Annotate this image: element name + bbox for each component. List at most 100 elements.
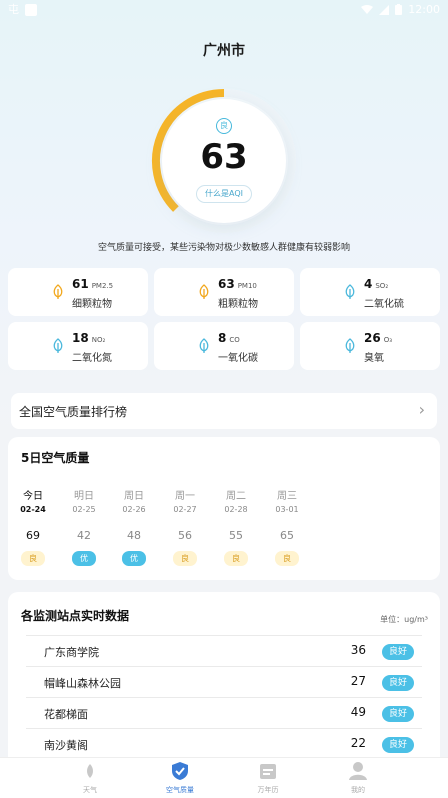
tab-profile[interactable]: 我的 [328,761,388,795]
day-value: 65 [280,529,294,542]
weather-icon [87,764,93,778]
tab-calendar[interactable]: 万年历 [238,761,298,795]
station-name: 帽峰山森林公园 [44,677,121,690]
day-value: 55 [229,529,243,542]
day-name: 周三 [277,491,297,502]
forecast-day[interactable]: 今日 02-24 69 良 [9,487,57,566]
forecast-day[interactable]: 周三 03-01 65 良 [263,487,311,566]
tab-air-quality[interactable]: 空气质量 [150,761,210,795]
pollutant-value: 4 [364,277,373,291]
day-level-badge: 良 [21,551,45,566]
pollutant-code: CO [229,336,240,344]
aqi-value: 63 [200,137,248,177]
tab-label: 天气 [83,786,97,794]
calendar-icon [260,764,276,779]
stations-unit: 单位：ug/m³ [380,615,428,624]
ranking-label: 全国空气质量排行榜 [19,405,128,419]
profile-icon [349,762,367,780]
pollutant-code: SO₂ [375,282,389,290]
station-name: 广东商学院 [44,646,99,659]
station-level-badge: 良好 [382,675,414,691]
air-quality-icon [172,762,188,780]
day-name: 周一 [175,491,195,502]
tab-label: 空气质量 [166,786,194,794]
station-level-badge: 良好 [382,706,414,722]
pollutant-value: 8 [218,331,227,345]
aqi-description: 空气质量可接受，某些污染物对极少数敏感人群健康有较弱影响 [97,243,350,253]
day-level-badge: 优 [122,551,146,566]
tab-weather[interactable]: 天气 [60,761,120,795]
tab-label: 万年历 [257,786,279,794]
stations-card: 各监测站点实时数据 单位：ug/m³ 广东商学院 36 良好 帽峰山森林公园 2… [8,592,440,762]
leaf-icon [199,338,209,353]
station-row[interactable]: 帽峰山森林公园 27 良好 [26,666,422,697]
battery-icon [395,4,403,15]
day-level-badge: 良 [224,551,248,566]
day-date: 02-24 [20,505,46,514]
day-date: 02-26 [122,505,146,514]
station-value: 36 [350,643,366,657]
station-row[interactable]: 广东商学院 36 良好 [26,635,422,666]
status-bar: 屯 12:00 [0,0,448,20]
pollutant-code: NO₂ [91,336,106,344]
national-ranking-row[interactable]: 全国空气质量排行榜 › [11,393,437,429]
pollutant-name: 粗颗粒物 [218,299,258,310]
day-value: 42 [77,529,91,542]
day-date: 02-25 [72,505,96,514]
day-name: 今日 [23,491,43,502]
station-value: 27 [350,674,366,688]
pollutant-card-o3[interactable]: 26 O₃ 臭氧 [300,322,440,370]
forecast-title: 5日空气质量 [21,451,90,465]
clock: 12:00 [408,3,440,16]
day-date: 02-27 [173,505,197,514]
aqi-level-badge: 良 [216,118,232,134]
what-is-aqi-button[interactable]: 什么是AQI [196,185,252,203]
city-title[interactable]: 广州市 [0,40,448,60]
carrier-icon: 屯 [8,3,19,16]
notification-icon [25,4,37,16]
day-date: 03-01 [275,505,299,514]
signal-icon [379,4,390,15]
station-name: 花都梯面 [44,708,88,721]
pollutant-card-pm25[interactable]: 61 PM2.5 细颗粒物 [8,268,148,316]
pollutant-name: 臭氧 [364,353,384,364]
pollutant-name: 一氧化碳 [218,353,258,364]
station-row[interactable]: 南沙黄阁 22 良好 [26,728,422,759]
forecast-day[interactable]: 明日 02-25 42 优 [60,487,108,566]
pollutant-value: 63 [218,277,235,291]
day-value: 69 [26,529,40,542]
station-row[interactable]: 花都梯面 49 良好 [26,697,422,728]
bottom-tab-bar: 天气 空气质量 万年历 我的 [0,757,448,798]
pollutant-value: 61 [72,277,89,291]
forecast-day[interactable]: 周二 02-28 55 良 [212,487,260,566]
stations-title: 各监测站点实时数据 [21,609,130,623]
day-name: 明日 [74,491,94,502]
leaf-icon [53,284,63,299]
day-name: 周二 [226,491,246,502]
pollutant-card-co[interactable]: 8 CO 一氧化碳 [154,322,294,370]
pollutant-card-pm10[interactable]: 63 PM10 粗颗粒物 [154,268,294,316]
day-date: 02-28 [224,505,248,514]
pollutant-card-no2[interactable]: 18 NO₂ 二氧化氮 [8,322,148,370]
day-value: 48 [127,529,141,542]
aqi-gauge: 良 63 什么是AQI [148,85,300,237]
pollutant-code: PM10 [237,282,257,290]
chevron-right-icon: › [418,400,425,419]
station-level-badge: 良好 [382,644,414,660]
day-name: 周日 [124,491,144,502]
day-level-badge: 优 [72,551,96,566]
forecast-day[interactable]: 周日 02-26 48 优 [110,487,158,566]
station-name: 南沙黄阁 [44,739,88,752]
pollutant-name: 二氧化硫 [364,299,404,310]
wifi-icon [361,4,374,14]
leaf-icon [199,284,209,299]
pollutant-value: 18 [72,331,89,345]
station-level-badge: 良好 [382,737,414,753]
tab-label: 我的 [351,786,365,794]
pollutant-name: 二氧化氮 [72,353,112,364]
pollutant-card-so2[interactable]: 4 SO₂ 二氧化硫 [300,268,440,316]
station-value: 49 [350,705,366,719]
leaf-icon [345,284,355,299]
pollutant-name: 细颗粒物 [72,299,112,310]
forecast-day[interactable]: 周一 02-27 56 良 [161,487,209,566]
